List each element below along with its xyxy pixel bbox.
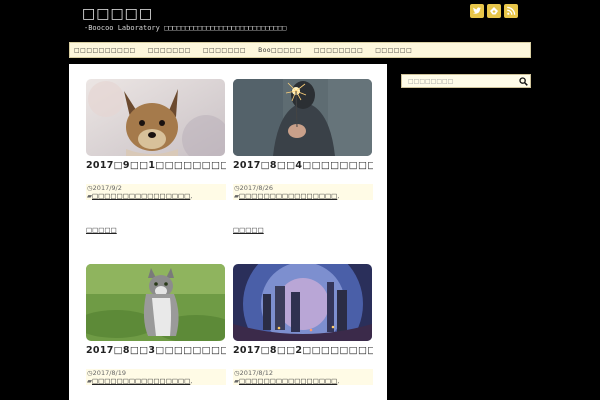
- post-meta: ◷2017/9/2 ▰□□□□□□□□□□□□□□□□, □□□□□□□□: [86, 184, 226, 200]
- site-title[interactable]: □□□□□: [82, 6, 153, 22]
- post-date: 2017/8/26: [239, 184, 274, 192]
- read-more-link[interactable]: □□□□□: [233, 226, 264, 234]
- post-date: 2017/8/19: [92, 369, 127, 377]
- post-title[interactable]: 2017□8□□4□□□□□□□□□□□□□□□□□□□□□□□□□: [233, 160, 373, 182]
- twitter-button[interactable]: [470, 4, 484, 18]
- post-category[interactable]: □□□□□□□□□□□□□□□□: [92, 377, 190, 385]
- cat-image: [86, 264, 225, 341]
- dog-image: [86, 79, 225, 156]
- search-box: □□□□□□□□: [401, 74, 531, 88]
- post-meta: ◷2017/8/19 ▰□□□□□□□□□□□□□□□□, □□□□□□□□: [86, 369, 226, 385]
- post-category[interactable]: □□□□□□□□□□□□□□□□: [92, 192, 190, 200]
- twitter-icon: [473, 7, 481, 14]
- nav-item[interactable]: Boo□□□□□: [258, 47, 302, 54]
- post-thumbnail[interactable]: [233, 79, 372, 156]
- nav-item[interactable]: □□□□□□□□: [314, 47, 363, 54]
- global-nav: □□□□□□□□□□ □□□□□□□ □□□□□□□ Boo□□□□□ □□□□…: [69, 42, 531, 58]
- post-card: 2017□8□□2□□□□□□□□□□□□□□□□□□□□□□□□□ ◷2017…: [233, 264, 373, 385]
- main-content: 2017□9□□1□□□□□□□□□□□□□□□□□□□□□□□□□ ◷2017…: [69, 64, 387, 400]
- nav-item[interactable]: □□□□□□: [375, 47, 412, 54]
- search-input[interactable]: □□□□□□□□: [402, 78, 516, 85]
- nav-item[interactable]: □□□□□□□□□□: [74, 47, 136, 54]
- post-thumbnail[interactable]: [86, 264, 225, 341]
- post-category[interactable]: □□□□□□□□□□□□□□□□: [239, 192, 337, 200]
- search-button[interactable]: [516, 75, 530, 87]
- search-icon: [518, 76, 528, 86]
- rss-button[interactable]: [504, 4, 518, 18]
- read-more-link[interactable]: □□□□□: [86, 226, 117, 234]
- post-card: 2017□8□□3□□□□□□□□□□□□□□□□□□□□□□□□□ ◷2017…: [86, 264, 226, 385]
- feedly-button[interactable]: [487, 4, 501, 18]
- social-links: [467, 4, 518, 18]
- post-meta: ◷2017/8/12 ▰□□□□□□□□□□□□□□□□, □□□□□□□□: [233, 369, 373, 385]
- feedly-icon: [490, 7, 498, 15]
- sparkler-image: [233, 79, 372, 156]
- post-thumbnail[interactable]: [86, 79, 225, 156]
- post-date: 2017/9/2: [92, 184, 122, 192]
- nav-item[interactable]: □□□□□□□: [203, 47, 246, 54]
- post-category[interactable]: □□□□□□□□□□□□□□□□: [239, 377, 337, 385]
- rss-icon: [507, 6, 516, 15]
- page: { "header": { "site_title": "□□□□□", "si…: [0, 0, 600, 400]
- nav-item[interactable]: □□□□□□□: [148, 47, 191, 54]
- post-thumbnail[interactable]: [233, 264, 372, 341]
- post-card: 2017□8□□4□□□□□□□□□□□□□□□□□□□□□□□□□ ◷2017…: [233, 79, 373, 200]
- post-date: 2017/8/12: [239, 369, 274, 377]
- post-card: 2017□9□□1□□□□□□□□□□□□□□□□□□□□□□□□□ ◷2017…: [86, 79, 226, 200]
- post-title[interactable]: 2017□8□□3□□□□□□□□□□□□□□□□□□□□□□□□□: [86, 345, 226, 367]
- post-title[interactable]: 2017□9□□1□□□□□□□□□□□□□□□□□□□□□□□□□: [86, 160, 226, 182]
- cityscape-image: [233, 264, 372, 341]
- site-description: -Boocoo Laboratory □□□□□□□□□□□□□□□□□□□□□…: [84, 24, 287, 32]
- post-meta: ◷2017/8/26 ▰□□□□□□□□□□□□□□□□, □□□□□□□□: [233, 184, 373, 200]
- post-title[interactable]: 2017□8□□2□□□□□□□□□□□□□□□□□□□□□□□□□: [233, 345, 373, 367]
